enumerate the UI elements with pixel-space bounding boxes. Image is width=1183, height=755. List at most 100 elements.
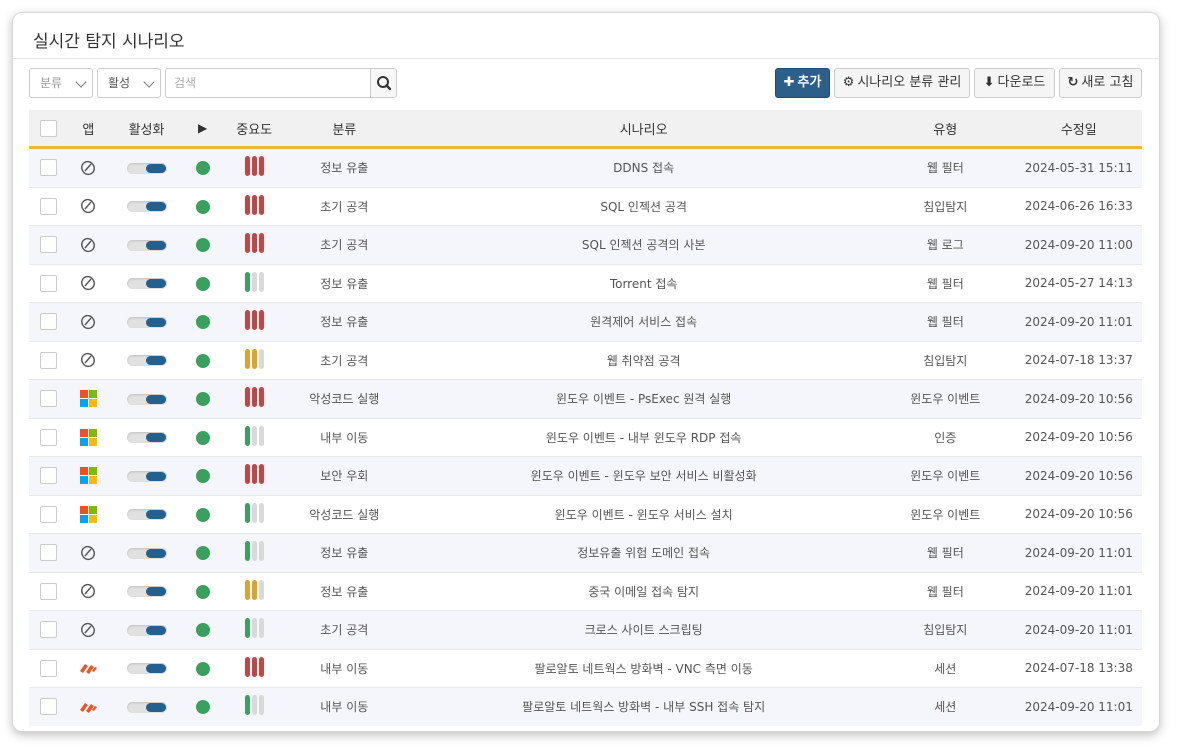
scenario-cell[interactable]: SQL 인젝션 공격 [400, 186, 875, 226]
category-cell: 초기 공격 [288, 610, 401, 649]
severity-bar [258, 464, 264, 485]
status-dot [195, 161, 210, 175]
row-checkbox[interactable] [40, 313, 58, 331]
search-button[interactable] [370, 68, 397, 98]
active-toggle[interactable] [126, 470, 167, 482]
active-toggle[interactable] [126, 393, 167, 405]
scenario-cell[interactable]: 윈도우 이벤트 - 내부 윈도우 RDP 접속 [400, 417, 875, 457]
scenario-cell[interactable]: SQL 인젝션 공격의 사본 [400, 225, 875, 264]
category-filter-label: 분류 [40, 76, 63, 90]
active-toggle[interactable] [126, 162, 167, 174]
table-row[interactable]: 초기 공격 웹 취약점 공격 침입탐지 2024-07-18 13:37 [29, 340, 1142, 380]
column-header-run[interactable]: ▶ [185, 110, 221, 149]
column-header-app[interactable]: 앱 [68, 110, 109, 149]
toggle-knob [145, 356, 166, 366]
row-checkbox[interactable] [40, 467, 58, 485]
active-toggle[interactable] [126, 278, 167, 290]
scenario-cell[interactable]: 웹 취약점 공격 [400, 340, 875, 380]
row-checkbox[interactable] [40, 621, 58, 639]
active-filter-dropdown[interactable]: 활성 [97, 68, 161, 98]
active-toggle[interactable] [126, 663, 167, 675]
scenario-cell[interactable]: 정보유출 위험 도메인 접속 [400, 533, 875, 572]
row-checkbox[interactable] [40, 236, 58, 254]
column-header-category[interactable]: 분류 [288, 110, 401, 149]
row-select-cell [29, 379, 69, 418]
table-row[interactable]: 보안 우회 윈도우 이벤트 - 윈도우 보안 서비스 비활성화 윈도우 이벤트 202… [29, 456, 1142, 495]
run-status-cell [185, 687, 221, 726]
severity-bars [244, 310, 265, 333]
scenario-cell[interactable]: 윈도우 이벤트 - PsExec 원격 실행 [400, 379, 875, 418]
category-cell: 악성코드 실행 [288, 494, 401, 534]
active-toggle[interactable] [126, 239, 167, 251]
scenario-cell[interactable]: Torrent 접속 [400, 263, 875, 303]
active-toggle[interactable] [126, 586, 167, 598]
status-dot [195, 276, 210, 291]
table-row[interactable]: 초기 공격 크로스 사이트 스크립팅 침입탐지 2024-09-20 11:01 [29, 610, 1142, 649]
severity-bars [244, 233, 265, 256]
table-row[interactable]: 악성코드 실행 윈도우 이벤트 - 윈도우 서비스 설치 윈도우 이벤트 2024-0… [29, 494, 1142, 534]
row-checkbox[interactable] [40, 659, 58, 677]
scenario-cell[interactable]: 크로스 사이트 스크립팅 [400, 610, 875, 649]
column-header-type[interactable]: 유형 [874, 110, 1016, 149]
active-toggle[interactable] [126, 201, 167, 213]
scenario-cell[interactable]: 원격제어 서비스 접속 [400, 302, 875, 341]
refresh-button[interactable]: ↻ 새로 고침 [1059, 68, 1142, 98]
row-checkbox[interactable] [40, 544, 58, 562]
active-toggle[interactable] [126, 355, 167, 367]
add-button[interactable]: ✚ 추가 [775, 68, 830, 98]
row-checkbox[interactable] [40, 698, 58, 716]
severity-cell [220, 263, 289, 303]
table-row[interactable]: 초기 공격 SQL 인젝션 공격의 사본 웹 로그 2024-09-20 11:00 [29, 225, 1142, 264]
scenario-panel: 실시간 탐지 시나리오 분류 활성 ✚추가 ⚙시나리오 분류 관리 ⬇다운로드 [12, 12, 1160, 732]
row-checkbox[interactable] [40, 351, 58, 369]
severity-bar [258, 618, 264, 639]
table-row[interactable]: 초기 공격 SQL 인젝션 공격 침입탐지 2024-06-26 16:33 [29, 186, 1142, 226]
active-toggle[interactable] [126, 432, 167, 444]
table-row[interactable]: 내부 이동 팔로알토 네트웍스 방화벽 - 내부 SSH 접속 탐지 세션 2024-… [29, 687, 1142, 726]
status-dot [195, 238, 210, 252]
severity-bar [251, 233, 257, 254]
scenario-cell[interactable]: 윈도우 이벤트 - 윈도우 보안 서비스 비활성화 [400, 456, 875, 495]
table-row[interactable]: 정보 유출 정보유출 위험 도메인 접속 웹 필터 2024-09-20 11:01 [29, 533, 1142, 572]
row-checkbox[interactable] [40, 159, 58, 177]
scenario-cell[interactable]: 중국 이메일 접속 탐지 [400, 571, 875, 611]
category-cell: 초기 공격 [288, 225, 401, 264]
table-row[interactable]: 내부 이동 윈도우 이벤트 - 내부 윈도우 RDP 접속 인증 2024-09-20… [29, 417, 1142, 457]
active-toggle[interactable] [126, 316, 167, 328]
row-checkbox[interactable] [40, 390, 58, 408]
column-header-severity[interactable]: 중요도 [220, 110, 289, 149]
scenario-cell[interactable]: 팔로알토 네트웍스 방화벽 - 내부 SSH 접속 탐지 [400, 687, 875, 726]
column-header-modified[interactable]: 수정일 [1015, 110, 1142, 149]
active-toggle[interactable] [126, 547, 167, 559]
table-header-row: 앱 활성화 ▶ 중요도 분류 시나리오 유형 수정일 [29, 110, 1142, 149]
scenario-cell[interactable]: 윈도우 이벤트 - 윈도우 서비스 설치 [400, 494, 875, 534]
column-header-active[interactable]: 활성화 [108, 110, 185, 149]
severity-bar [244, 233, 250, 254]
toggle-knob [145, 510, 166, 520]
row-checkbox[interactable] [40, 274, 58, 292]
table-row[interactable]: 내부 이동 팔로알토 네트웍스 방화벽 - VNC 측면 이동 세션 2024-07-… [29, 648, 1142, 688]
select-all-checkbox[interactable] [40, 119, 58, 137]
table-row[interactable]: 정보 유출 원격제어 서비스 접속 웹 필터 2024-09-20 11:01 [29, 302, 1142, 341]
active-toggle[interactable] [126, 701, 167, 713]
search-input[interactable] [165, 68, 371, 98]
table-row[interactable]: 정보 유출 Torrent 접속 웹 필터 2024-05-27 14:13 [29, 263, 1142, 303]
scenario-cell[interactable]: DDNS 접속 [400, 147, 875, 187]
row-checkbox[interactable] [40, 197, 58, 215]
row-checkbox[interactable] [40, 582, 58, 600]
active-toggle[interactable] [126, 509, 167, 521]
scenario-cell[interactable]: 팔로알토 네트웍스 방화벽 - VNC 측면 이동 [400, 648, 875, 688]
row-checkbox[interactable] [40, 505, 58, 523]
active-toggle[interactable] [126, 624, 167, 636]
page-title: 실시간 탐지 시나리오 [33, 32, 185, 52]
severity-bars [244, 387, 265, 410]
table-row[interactable]: 정보 유출 DDNS 접속 웹 필터 2024-05-31 15:11 [29, 147, 1142, 187]
download-button[interactable]: ⬇ 다운로드 [974, 68, 1055, 98]
category-filter-dropdown[interactable]: 분류 [29, 68, 93, 98]
type-cell: 윈도우 이벤트 [874, 494, 1016, 534]
table-row[interactable]: 악성코드 실행 윈도우 이벤트 - PsExec 원격 실행 윈도우 이벤트 2024… [29, 379, 1142, 418]
table-row[interactable]: 정보 유출 중국 이메일 접속 탐지 웹 필터 2024-09-20 11:01 [29, 571, 1142, 611]
column-header-scenario[interactable]: 시나리오 [400, 110, 875, 149]
row-checkbox[interactable] [40, 428, 58, 446]
category-manage-button[interactable]: ⚙ 시나리오 분류 관리 [834, 68, 970, 98]
